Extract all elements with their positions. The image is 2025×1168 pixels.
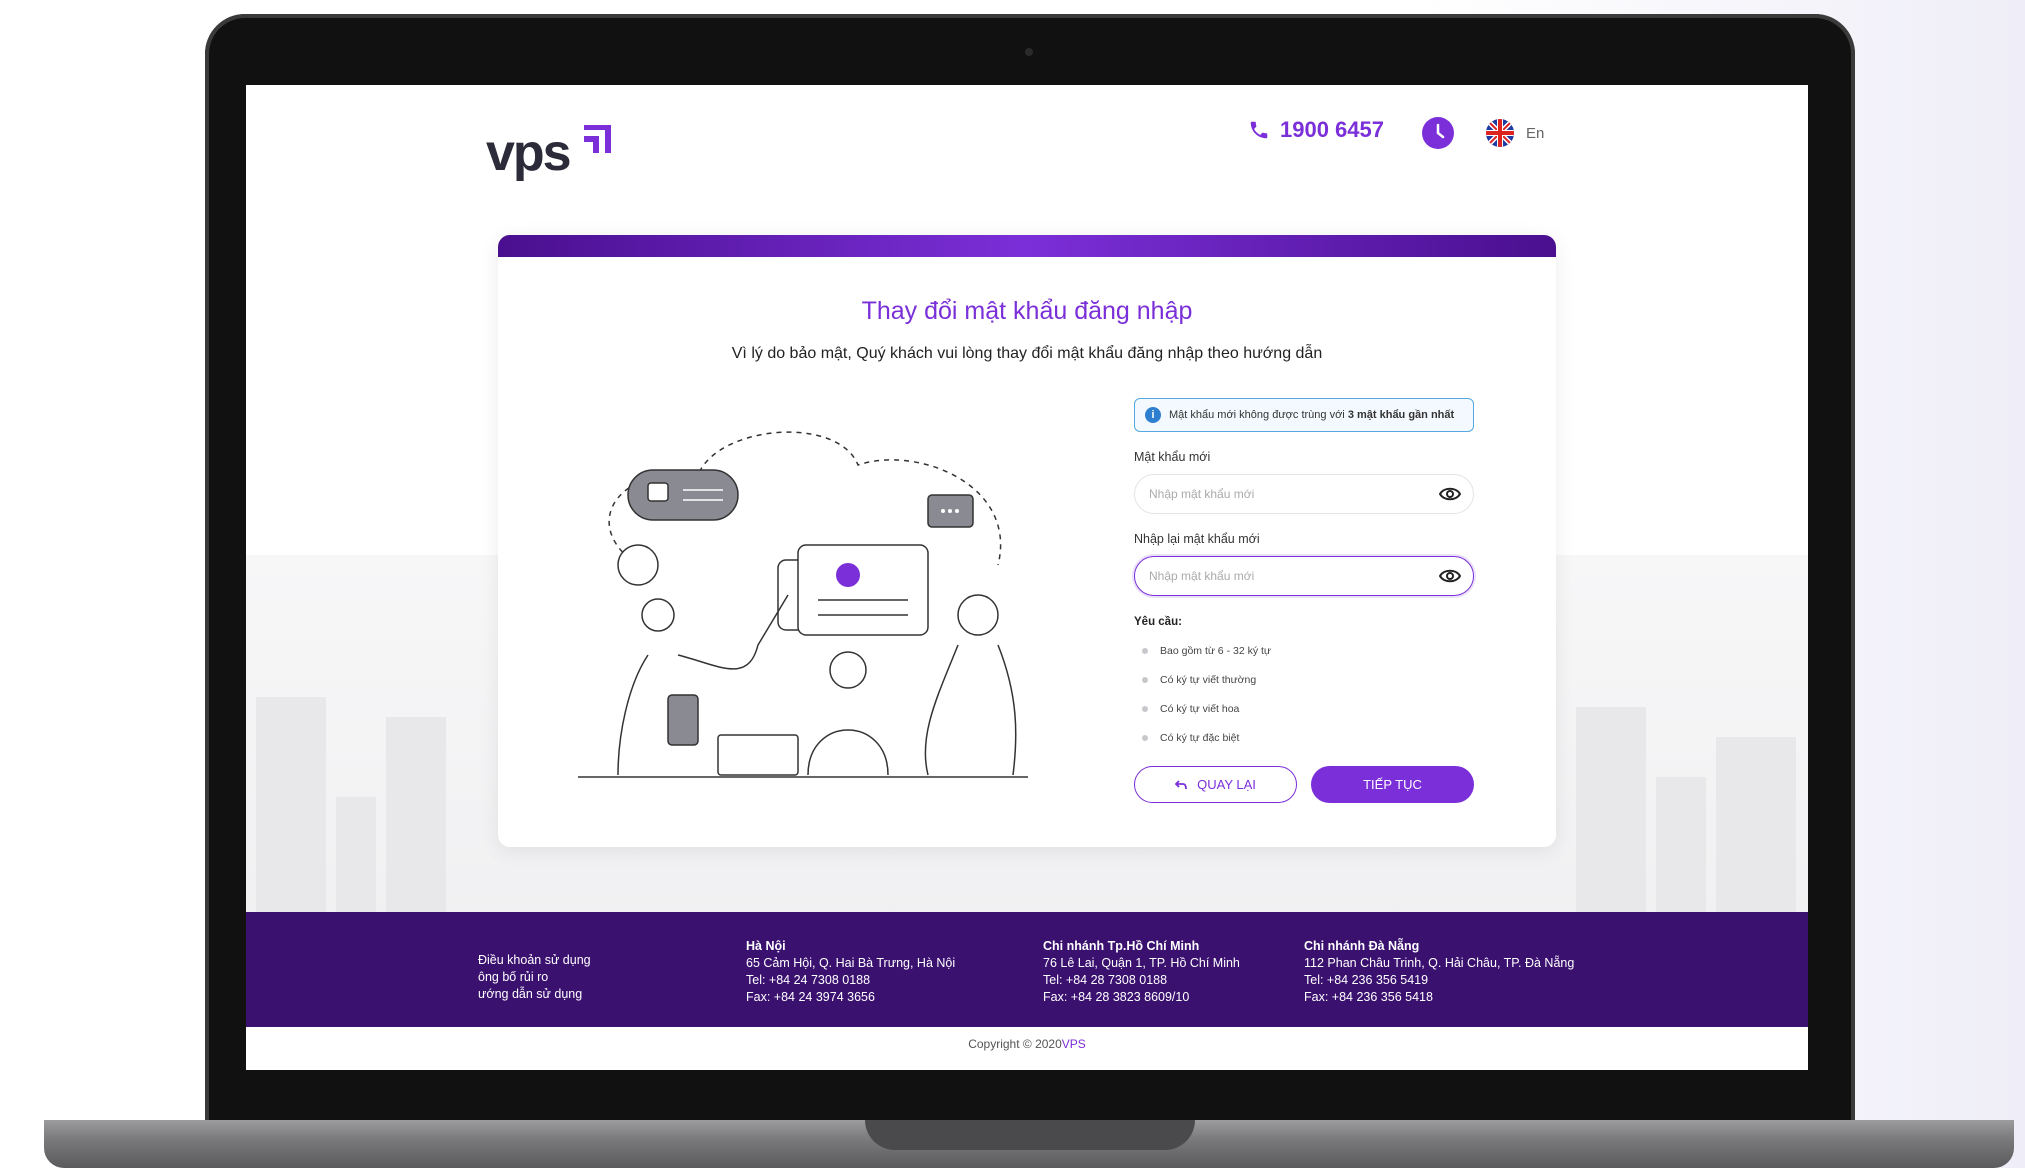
change-password-form: i Mật khẩu mới không được trùng với 3 mậ…	[1134, 398, 1474, 803]
continue-button[interactable]: TIẾP TỤC	[1311, 766, 1474, 803]
back-button[interactable]: QUAY LẠI	[1134, 766, 1297, 803]
eye-icon[interactable]	[1439, 568, 1461, 584]
info-icon: i	[1145, 407, 1161, 423]
people-chat-illustration	[578, 431, 1028, 778]
new-password-field-wrap	[1134, 474, 1474, 514]
vps-logo-mark-icon	[584, 125, 611, 153]
card-top-bar	[498, 235, 1556, 257]
requirement-item: Có ký tự đặc biệt	[1134, 723, 1474, 752]
laptop-notch	[865, 1120, 1195, 1150]
footer-branch-hcm: Chi nhánh Tp.Hồ Chí Minh 76 Lê Lai, Quận…	[1043, 939, 1240, 1004]
footer-branch-danang: Chi nhánh Đà Nẵng 112 Phan Châu Trinh, Q…	[1304, 939, 1575, 1004]
form-actions: QUAY LẠI TIẾP TỤC	[1134, 766, 1474, 803]
camera-icon	[1025, 48, 1033, 56]
bullet-icon	[1142, 676, 1148, 683]
language-switcher[interactable]: En	[1486, 119, 1544, 147]
footer-link-risk[interactable]: ông bố rủi ro	[478, 969, 591, 986]
footer-link-terms[interactable]: Điều khoản sử dụng	[478, 952, 591, 969]
requirement-item: Có ký tự viết hoa	[1134, 694, 1474, 723]
page-title: Thay đổi mật khẩu đăng nhập	[861, 297, 1193, 325]
page-subtitle: Vì lý do bảo mật, Quý khách vui lòng tha…	[731, 345, 1323, 362]
vps-logo[interactable]: vps	[486, 123, 572, 183]
notice-text: Mật khẩu mới không được trùng với 3 mật …	[1169, 409, 1455, 421]
new-password-input[interactable]	[1149, 487, 1429, 501]
uk-flag-icon	[1486, 119, 1514, 147]
confirm-password-field-wrap	[1134, 556, 1474, 596]
confirm-password-label: Nhập lại mật khẩu mới	[1134, 532, 1260, 546]
hotline[interactable]: 1900 6457	[1248, 117, 1384, 143]
bullet-icon	[1142, 734, 1148, 741]
bullet-icon	[1142, 705, 1148, 712]
footer-links: Điều khoản sử dụng ông bố rủi ro ướng dẫ…	[478, 952, 591, 1003]
phone-icon	[1250, 121, 1268, 139]
password-notice: i Mật khẩu mới không được trùng với 3 mậ…	[1134, 398, 1474, 432]
change-password-card: Thay đổi mật khẩu đăng nhập Vì lý do bảo…	[498, 235, 1556, 847]
requirement-item: Bao gồm từ 6 - 32 ký tự	[1134, 636, 1474, 665]
clock-icon[interactable]	[1422, 117, 1454, 149]
screen: vps 1900 6457 En Thay đổi mật khẩu đăng …	[246, 85, 1808, 1070]
language-label: En	[1526, 124, 1545, 142]
copyright: Copyright © 2020VPS	[968, 1037, 1086, 1051]
undo-arrow-icon	[1175, 779, 1188, 789]
confirm-password-input[interactable]	[1149, 569, 1429, 583]
requirements-title: Yêu cầu:	[1134, 616, 1182, 628]
footer: Điều khoản sử dụng ông bố rủi ro ướng dẫ…	[246, 912, 1808, 1027]
eye-icon[interactable]	[1439, 486, 1461, 502]
hotline-number: 1900 6457	[1280, 117, 1384, 142]
footer-branch-hanoi: Hà Nội 65 Cảm Hội, Q. Hai Bà Trưng, Hà N…	[746, 939, 956, 1004]
new-password-label: Mật khẩu mới	[1134, 450, 1211, 464]
bullet-icon	[1142, 647, 1148, 654]
footer-link-guide[interactable]: ướng dẫn sử dụng	[478, 986, 591, 1003]
requirement-item: Có ký tự viết thường	[1134, 665, 1474, 694]
